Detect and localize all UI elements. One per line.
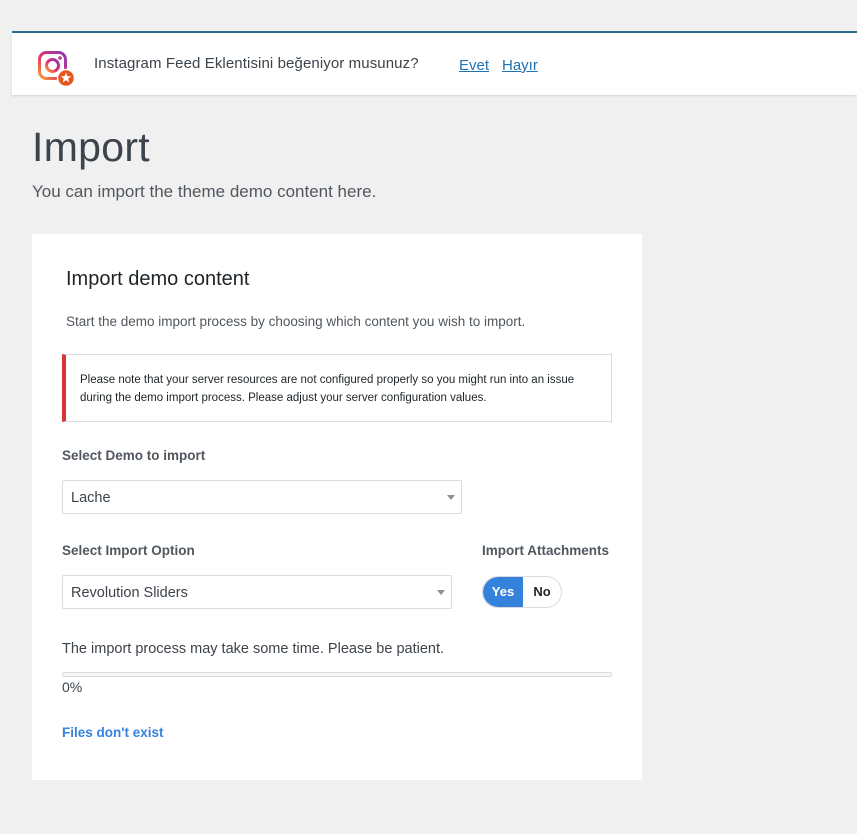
- import-progress-text: 0%: [62, 679, 83, 695]
- notice-no-link[interactable]: Hayır: [502, 57, 538, 74]
- card-description: Start the demo import process by choosin…: [66, 314, 526, 329]
- patience-message: The import process may take some time. P…: [62, 641, 445, 657]
- page-title: Import: [32, 124, 150, 170]
- import-attachments-label: Import Attachments: [482, 543, 610, 558]
- import-option-select[interactable]: Revolution Sliders: [62, 575, 452, 609]
- import-card: Import demo content Start the demo impor…: [32, 234, 642, 780]
- notice-message: Instagram Feed Eklentisini beğeniyor mus…: [94, 55, 419, 72]
- toggle-yes-option[interactable]: Yes: [483, 577, 523, 607]
- server-warning-text: Please note that your server resources a…: [80, 374, 575, 404]
- import-progress-bar: [62, 672, 612, 677]
- chevron-down-icon: [447, 495, 455, 500]
- card-title: Import demo content: [66, 268, 250, 290]
- notice-yes-link[interactable]: Evet: [459, 57, 489, 74]
- chevron-down-icon: [437, 590, 445, 595]
- demo-select-value: Lache: [71, 490, 111, 506]
- import-attachments-toggle[interactable]: Yes No: [482, 576, 562, 608]
- toggle-no-option[interactable]: No: [523, 577, 561, 607]
- server-warning-notice: Please note that your server resources a…: [62, 354, 612, 422]
- admin-notice: Instagram Feed Eklentisini beğeniyor mus…: [12, 31, 857, 95]
- files-dont-exist-link[interactable]: Files don't exist: [62, 725, 163, 740]
- page-subtitle: You can import the theme demo content he…: [32, 182, 377, 201]
- import-option-label: Select Import Option: [62, 543, 195, 558]
- demo-select-label: Select Demo to import: [62, 448, 206, 463]
- demo-select[interactable]: Lache: [62, 480, 462, 514]
- instagram-feed-logo-icon: [38, 51, 76, 87]
- import-option-value: Revolution Sliders: [71, 585, 188, 601]
